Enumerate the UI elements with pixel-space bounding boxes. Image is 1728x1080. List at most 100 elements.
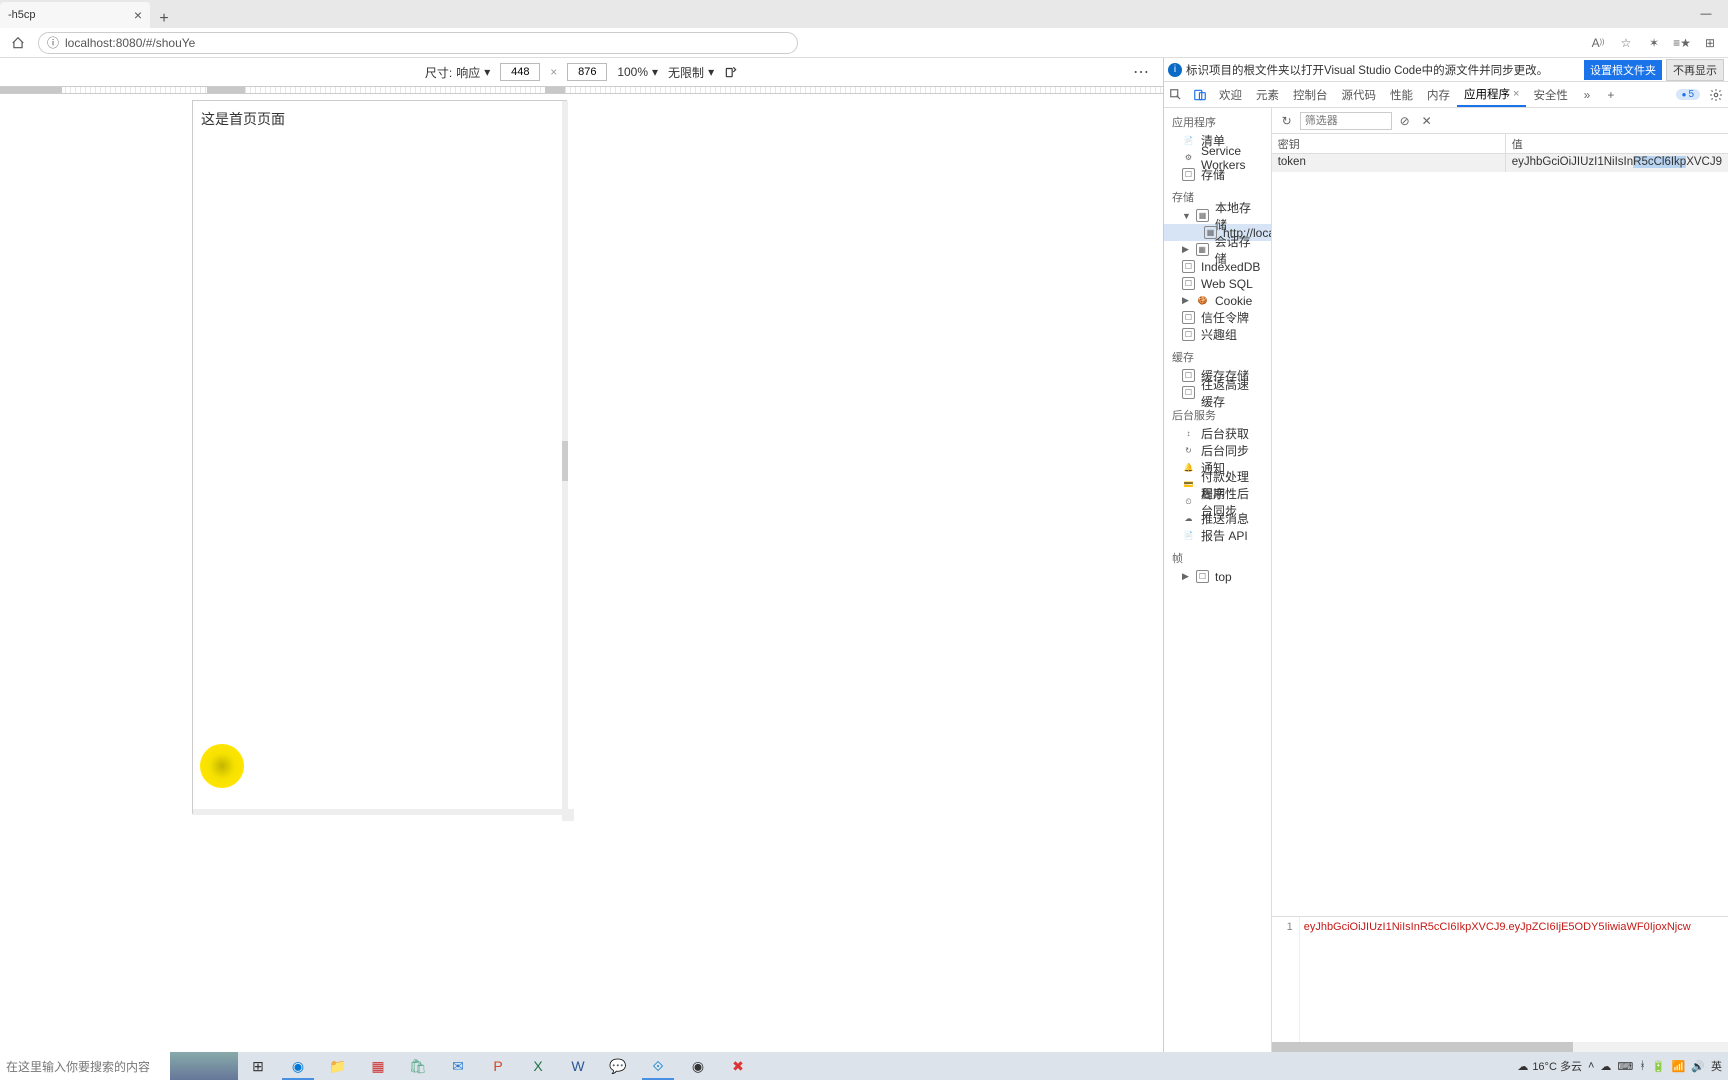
refresh-icon[interactable]: ↻ xyxy=(1278,112,1296,130)
sidebar-item-reporting-api[interactable]: 📄报告 API xyxy=(1164,527,1271,544)
url-field[interactable]: ⓘ localhost:8080/#/shouYe xyxy=(38,32,798,54)
notice-text: 标识项目的根文件夹以打开Visual Studio Code中的源文件并同步更改… xyxy=(1186,62,1580,78)
cursor-highlight xyxy=(200,744,244,788)
rotate-icon[interactable] xyxy=(724,65,738,79)
resize-corner-handle[interactable] xyxy=(562,809,574,821)
tray-volume-icon[interactable]: 🔊 xyxy=(1691,1060,1705,1073)
info-icon: i xyxy=(1168,63,1182,77)
search-placeholder: 在这里输入你要搜索的内容 xyxy=(6,1058,150,1075)
tray-ime[interactable]: 英 xyxy=(1711,1058,1722,1074)
clear-all-icon[interactable]: ⊘ xyxy=(1396,112,1414,130)
new-tab-button[interactable]: + xyxy=(150,10,178,28)
tray-battery-icon[interactable]: 🔋 xyxy=(1652,1060,1666,1073)
chevron-down-icon[interactable]: ▾ xyxy=(652,65,658,79)
resize-mid-handle[interactable] xyxy=(562,441,568,481)
app-icon[interactable]: ▦ xyxy=(358,1052,398,1080)
size-preset[interactable]: 响应 xyxy=(456,64,480,81)
device-toggle-icon[interactable] xyxy=(1188,83,1212,107)
tab-security[interactable]: 安全性 xyxy=(1526,82,1575,107)
section-cache: 缓存 xyxy=(1164,343,1271,367)
device-toolbar: 尺寸: 响应 ▾ × 100% ▾ 无限制 ▾ ⋯ xyxy=(0,58,1163,86)
more-tabs-icon[interactable]: » xyxy=(1575,83,1599,107)
tab-welcome[interactable]: 欢迎 xyxy=(1212,82,1249,107)
chrome-icon[interactable]: ◉ xyxy=(678,1052,718,1080)
close-icon[interactable]: × xyxy=(134,7,142,23)
sidebar-item-interest-groups[interactable]: ☐兴趣组 xyxy=(1164,326,1271,343)
chevron-down-icon[interactable]: ▾ xyxy=(484,65,490,79)
home-icon[interactable] xyxy=(6,31,30,55)
mail-icon[interactable]: ✉ xyxy=(438,1052,478,1080)
taskbar-widget[interactable] xyxy=(170,1052,238,1080)
sidebar-item-local-storage[interactable]: ▼▦本地存储 xyxy=(1164,207,1271,224)
sidebar-item-session-storage[interactable]: ▶▦会话存储 xyxy=(1164,241,1271,258)
favorite-icon[interactable]: ☆ xyxy=(1614,31,1638,55)
sidebar-item-cookie[interactable]: ▶🍪Cookie xyxy=(1164,292,1271,309)
word-icon[interactable]: W xyxy=(558,1052,598,1080)
section-frames: 帧 xyxy=(1164,544,1271,568)
minimize-button[interactable]: — xyxy=(1684,0,1728,28)
gear-icon[interactable] xyxy=(1704,83,1728,107)
vscode-icon[interactable]: ⟐ xyxy=(638,1052,678,1080)
extensions-icon[interactable]: ✶ xyxy=(1642,31,1666,55)
explorer-icon[interactable]: 📁 xyxy=(318,1052,358,1080)
tab-sources[interactable]: 源代码 xyxy=(1335,82,1384,107)
detail-value[interactable]: eyJhbGciOiJIUzI1NiIsInR5cCI6IkpXVCJ9.eyJ… xyxy=(1300,917,1728,1042)
tray-wifi-icon[interactable]: 📶 xyxy=(1672,1060,1686,1073)
sidebar-item-back-forward-cache[interactable]: ☐往返高速缓存 xyxy=(1164,384,1271,401)
tab-performance[interactable]: 性能 xyxy=(1383,82,1420,107)
tray-chevron-icon[interactable]: ˄ xyxy=(1588,1060,1594,1072)
throttle-value[interactable]: 无限制 xyxy=(668,64,704,81)
sidebar-item-top-frame[interactable]: ▶☐top xyxy=(1164,568,1271,585)
storage-panel: ↻ ⊘ ✕ 密钥 值 token eyJhbGciOiJIUzI1NiIsInR… xyxy=(1272,108,1728,1052)
inspect-icon[interactable] xyxy=(1164,83,1188,107)
value-header[interactable]: 值 xyxy=(1506,134,1728,153)
wechat-icon[interactable]: 💬 xyxy=(598,1052,638,1080)
system-tray: ☁ 16°C 多云 ˄ ☁ ⌨ ᚼ 🔋 📶 🔊 英 xyxy=(1517,1058,1728,1074)
weather-widget[interactable]: ☁ 16°C 多云 xyxy=(1517,1058,1582,1074)
tab-console[interactable]: 控制台 xyxy=(1286,82,1335,107)
store-icon[interactable]: 🛍 xyxy=(398,1052,438,1080)
sidebar-item-periodic-sync[interactable]: ⏲周期性后台同步 xyxy=(1164,493,1271,510)
sidebar-item-service-workers[interactable]: ⚙Service Workers xyxy=(1164,149,1271,166)
table-row[interactable]: token eyJhbGciOiJIUzI1NiIsInR5cCl6IkpXVC… xyxy=(1272,154,1728,172)
delete-icon[interactable]: ✕ xyxy=(1418,112,1436,130)
chevron-down-icon[interactable]: ▾ xyxy=(708,65,714,79)
browser-tab-bar: -h5cp × + — xyxy=(0,0,1728,28)
task-view-icon[interactable]: ⊞ xyxy=(238,1052,278,1080)
browser-tab[interactable]: -h5cp × xyxy=(0,2,150,28)
excel-icon[interactable]: X xyxy=(518,1052,558,1080)
zoom-value[interactable]: 100% xyxy=(617,65,648,79)
more-icon[interactable]: ⋯ xyxy=(1133,62,1149,82)
size-label: 尺寸: xyxy=(425,64,452,81)
tray-onedrive-icon[interactable]: ☁ xyxy=(1600,1060,1611,1073)
resize-bottom-handle[interactable] xyxy=(193,809,566,815)
sidebar-item-trust-tokens[interactable]: ☐信任令牌 xyxy=(1164,309,1271,326)
sidebar-item-bg-sync[interactable]: ↻后台同步 xyxy=(1164,442,1271,459)
sidebar-item-websql[interactable]: ☐Web SQL xyxy=(1164,275,1271,292)
sidebar-item-indexeddb[interactable]: ☐IndexedDB xyxy=(1164,258,1271,275)
sidebar-item-bg-fetch[interactable]: ↕后台获取 xyxy=(1164,425,1271,442)
tab-elements[interactable]: 元素 xyxy=(1249,82,1286,107)
tab-memory[interactable]: 内存 xyxy=(1420,82,1457,107)
close-icon[interactable]: × xyxy=(1513,88,1519,100)
key-header[interactable]: 密钥 xyxy=(1272,134,1506,153)
tray-bluetooth-icon[interactable]: ᚼ xyxy=(1639,1060,1646,1072)
collections-icon[interactable]: ⊞ xyxy=(1698,31,1722,55)
height-input[interactable] xyxy=(567,63,607,81)
tab-application[interactable]: 应用程序× xyxy=(1457,82,1526,107)
add-tab-icon[interactable]: + xyxy=(1599,83,1623,107)
favorites-bar-icon[interactable]: ≡★ xyxy=(1670,31,1694,55)
width-input[interactable] xyxy=(500,63,540,81)
read-aloud-icon[interactable]: A)) xyxy=(1586,31,1610,55)
tray-keyboard-icon[interactable]: ⌨ xyxy=(1617,1060,1633,1073)
issues-count[interactable]: 5 xyxy=(1676,89,1700,100)
filter-input[interactable] xyxy=(1300,112,1392,130)
dismiss-button[interactable]: 不再显示 xyxy=(1666,59,1724,81)
edge-icon[interactable]: ◉ xyxy=(278,1052,318,1080)
horizontal-scrollbar[interactable] xyxy=(1272,1042,1728,1052)
powerpoint-icon[interactable]: P xyxy=(478,1052,518,1080)
set-root-button[interactable]: 设置根文件夹 xyxy=(1584,60,1662,80)
xshell-icon[interactable]: ✖ xyxy=(718,1052,758,1080)
detail-line-number: 1 xyxy=(1272,917,1300,1042)
taskbar-search[interactable]: 在这里输入你要搜索的内容 xyxy=(0,1052,170,1080)
